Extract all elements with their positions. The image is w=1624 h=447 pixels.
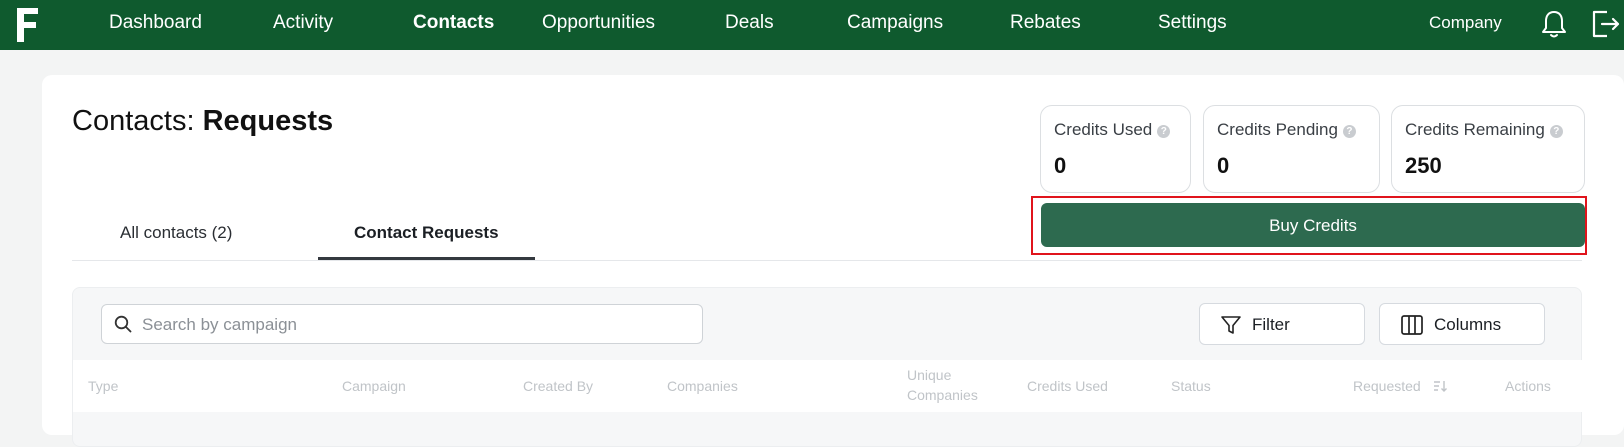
columns-button[interactable]: Columns [1379, 303, 1545, 345]
filter-button[interactable]: Filter [1199, 303, 1365, 345]
nav-item-rebates[interactable]: Rebates [1010, 0, 1081, 50]
bell-icon[interactable] [1540, 9, 1568, 39]
column-header-actions[interactable]: Actions [1505, 376, 1551, 396]
company-menu[interactable]: Company [1429, 0, 1502, 46]
tabs-divider [72, 260, 1582, 261]
column-header-unique-companies[interactable]: Unique Companies [907, 365, 989, 405]
page-title: Contacts: Requests [72, 105, 333, 138]
nav-item-activity[interactable]: Activity [273, 0, 333, 50]
nav-item-campaigns[interactable]: Campaigns [847, 0, 943, 50]
page-title-bold: Requests [202, 105, 334, 137]
help-circle-icon[interactable]: ? [1549, 125, 1563, 138]
buy-credits-highlight: Buy Credits [1031, 196, 1587, 255]
nav-item-opportunities[interactable]: Opportunities [542, 0, 655, 50]
filter-label: Filter [1252, 315, 1290, 334]
help-circle-icon[interactable]: ? [1342, 125, 1356, 138]
stat-credits-used-label: Credits Used [1054, 120, 1153, 139]
stat-credits-used: Credits Used? 0 [1040, 105, 1191, 193]
columns-label: Columns [1434, 315, 1502, 334]
column-header-requested[interactable]: Requested [1353, 376, 1447, 396]
top-navigation: Dashboard Activity Contacts Opportunitie… [0, 0, 1624, 50]
main-card: Contacts: Requests Credits Used? 0 Credi… [42, 75, 1624, 447]
search-input[interactable] [140, 310, 694, 340]
tab-contact-requests[interactable]: Contact Requests [354, 223, 499, 253]
stat-credits-pending-value: 0 [1217, 153, 1230, 178]
nav-item-contacts[interactable]: Contacts [413, 0, 494, 50]
page-title-prefix: Contacts: [72, 105, 195, 137]
columns-icon [1401, 315, 1423, 335]
stat-credits-pending: Credits Pending? 0 [1203, 105, 1380, 193]
column-header-companies[interactable]: Companies [667, 376, 738, 396]
buy-credits-button[interactable]: Buy Credits [1041, 203, 1585, 247]
column-header-campaign[interactable]: Campaign [342, 376, 406, 396]
stat-credits-remaining: Credits Remaining? 250 [1391, 105, 1585, 193]
nav-item-dashboard[interactable]: Dashboard [109, 0, 202, 50]
logout-icon[interactable] [1590, 9, 1620, 39]
search-box [101, 304, 703, 344]
table-panel: Filter Columns Type Campaign Created By … [72, 287, 1583, 447]
tab-all-contacts[interactable]: All contacts (2) [120, 223, 232, 253]
column-header-requested-label: Requested [1353, 378, 1421, 394]
search-icon [114, 315, 132, 333]
filter-icon [1221, 316, 1241, 334]
column-header-status[interactable]: Status [1171, 376, 1211, 396]
column-header-credits-used[interactable]: Credits Used [1027, 376, 1108, 396]
active-tab-indicator [318, 257, 535, 260]
column-header-type[interactable]: Type [88, 376, 118, 396]
nav-item-settings[interactable]: Settings [1158, 0, 1227, 50]
nav-item-deals[interactable]: Deals [725, 0, 774, 50]
stat-credits-used-value: 0 [1054, 153, 1067, 178]
stat-credits-pending-label: Credits Pending [1217, 120, 1338, 139]
brand-logo-icon[interactable] [14, 6, 40, 44]
help-circle-icon[interactable]: ? [1157, 125, 1171, 138]
table-header: Type Campaign Created By Companies Uniqu… [73, 360, 1583, 412]
stat-credits-remaining-value: 250 [1405, 153, 1442, 178]
stat-credits-remaining-label: Credits Remaining [1405, 120, 1545, 139]
sort-icon[interactable] [1433, 380, 1447, 392]
column-header-created-by[interactable]: Created By [523, 376, 593, 396]
